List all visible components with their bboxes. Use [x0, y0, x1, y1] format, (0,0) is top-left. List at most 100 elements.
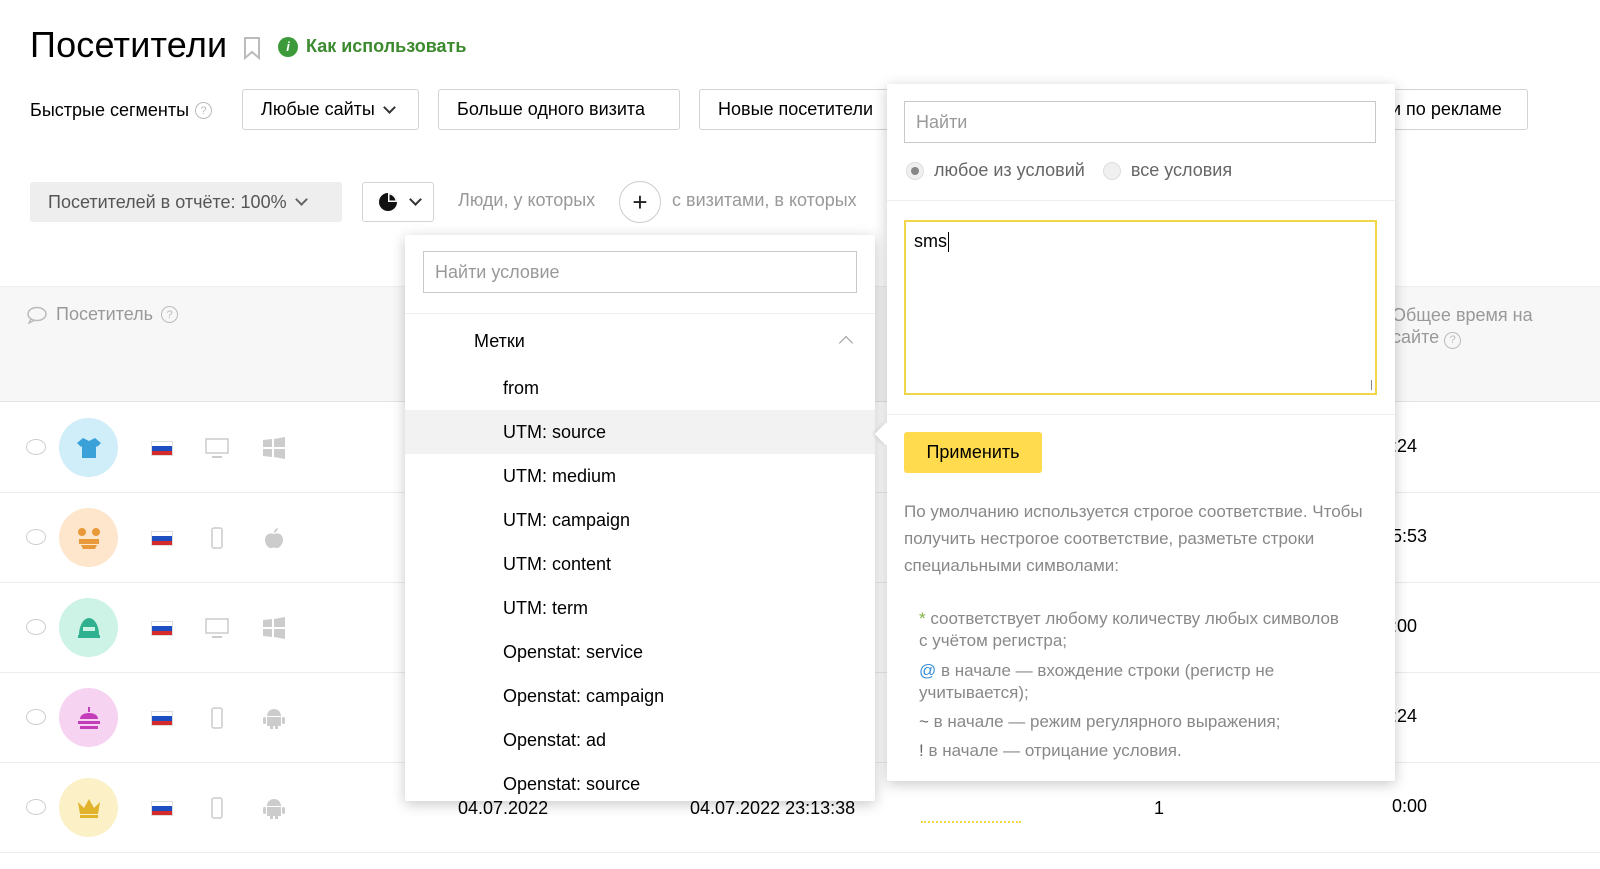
last-visit-cell: 04.07.2022 23:13:38	[690, 798, 856, 818]
avatar	[59, 598, 118, 657]
column-visitor-label: Посетитель	[56, 304, 153, 324]
ads-label: и по рекламе	[1391, 99, 1502, 119]
condition-option[interactable]: UTM: content	[405, 542, 875, 586]
comment-icon[interactable]	[26, 439, 46, 455]
column-visitor[interactable]: Посетитель ?	[26, 304, 178, 325]
any-sites-label: Любые сайты	[261, 99, 375, 119]
quick-segments-text: Быстрые сегменты	[30, 100, 190, 120]
help-icon[interactable]: ?	[161, 306, 178, 323]
report-share-dropdown[interactable]: Посетителей в отчёте: 100%	[30, 182, 342, 222]
apply-button[interactable]: Применить	[904, 432, 1042, 473]
quick-segments-label: Быстрые сегменты ?	[30, 100, 213, 121]
first-visit-cell: 04.07.2022	[458, 798, 549, 818]
info-icon: i	[278, 36, 298, 57]
chevron-down-icon	[294, 193, 308, 206]
avatar	[59, 418, 118, 477]
flag-ru-icon	[151, 801, 173, 816]
textarea-value: sms	[914, 231, 947, 251]
help-icon[interactable]: ?	[1444, 331, 1462, 349]
add-condition-button[interactable]: +	[619, 181, 661, 223]
mobile-icon	[211, 797, 223, 819]
ads-button[interactable]: и по рекламе	[1380, 89, 1528, 130]
android-icon	[263, 709, 285, 729]
comment-icon[interactable]	[26, 619, 46, 635]
total-time-cell: :24	[1392, 436, 1418, 456]
condition-option[interactable]: UTM: campaign	[405, 498, 875, 542]
value-panel: Найти любое из условий все условия sms П…	[887, 84, 1395, 781]
comment-icon	[27, 306, 47, 324]
page-title: Посетители	[30, 24, 228, 65]
divider	[405, 313, 875, 314]
android-icon	[263, 799, 285, 819]
condition-option-selected[interactable]: UTM: source	[405, 410, 875, 454]
desktop-icon	[205, 438, 229, 458]
comment-icon[interactable]	[26, 799, 46, 815]
radio-all-label[interactable]: все условия	[1131, 160, 1232, 181]
chevron-down-icon	[382, 100, 396, 114]
rule-tilde: ~ в начале — режим регулярного выражения…	[919, 712, 1281, 731]
radio-any[interactable]	[906, 161, 924, 180]
windows-icon	[263, 437, 285, 459]
condition-option[interactable]: Openstat: campaign	[405, 674, 875, 718]
more-than-one-visit-button[interactable]: Больше одного визита	[438, 89, 680, 130]
mobile-icon	[211, 527, 223, 549]
total-time-cell: :24	[1392, 706, 1418, 726]
condition-option[interactable]: UTM: term	[405, 586, 875, 630]
crown-icon	[77, 798, 100, 818]
column-total-time-label: Общее время на сайте	[1392, 305, 1533, 347]
condition-option[interactable]: Openstat: ad	[405, 718, 875, 762]
total-time-cell: :00	[1392, 616, 1418, 636]
visits-count-cell: 1	[1154, 798, 1165, 818]
flag-ru-icon	[151, 711, 173, 726]
total-time-cell: 5:53	[1392, 526, 1428, 546]
condition-search-input[interactable]: Найти условие	[423, 251, 857, 293]
avatar	[59, 778, 118, 837]
flag-ru-icon	[151, 531, 173, 546]
comment-icon[interactable]	[26, 529, 46, 545]
mobile-icon	[211, 707, 223, 729]
windows-icon	[263, 617, 285, 639]
people-filter-label: Люди, у которых	[458, 190, 596, 210]
condition-dropdown: Найти условие Метки from UTM: source UTM…	[405, 235, 875, 801]
helmet-icon	[77, 617, 100, 638]
rule-exclamation: ! в начале — отрицание условия.	[919, 741, 1182, 760]
column-total-time[interactable]: Общее время на сайте ?	[1392, 304, 1562, 349]
match-mode-radios: любое из условий все условия	[906, 160, 1232, 181]
divider	[887, 414, 1395, 415]
divider	[887, 200, 1395, 201]
apple-icon	[265, 528, 283, 549]
chevron-down-icon	[408, 193, 422, 206]
bear-icon	[77, 527, 100, 549]
flag-ru-icon	[151, 441, 173, 456]
new-visitors-label: Новые посетители	[718, 99, 874, 119]
group-header-tags[interactable]: Метки	[474, 331, 525, 352]
resize-handle-icon[interactable]	[1362, 380, 1372, 390]
text-caret	[948, 232, 949, 253]
value-search-input[interactable]: Найти	[904, 101, 1376, 143]
radio-any-label[interactable]: любое из условий	[934, 160, 1085, 181]
help-icon[interactable]: ?	[195, 102, 213, 119]
sparkline	[921, 821, 1021, 823]
new-visitors-button[interactable]: Новые посетители	[699, 89, 899, 130]
condition-option[interactable]: from	[405, 366, 875, 410]
chevron-up-icon[interactable]	[838, 335, 854, 351]
radio-all[interactable]	[1102, 161, 1121, 180]
condition-option[interactable]: Openstat: source	[405, 762, 875, 801]
condition-option[interactable]: UTM: medium	[405, 454, 875, 498]
total-time-cell: 0:00	[1392, 796, 1428, 816]
condition-option[interactable]: Openstat: service	[405, 630, 875, 674]
comment-icon[interactable]	[26, 709, 46, 725]
bookmark-icon[interactable]	[243, 36, 261, 60]
any-sites-button[interactable]: Любые сайты	[242, 89, 419, 130]
rule-asterisk: * соответствует любому количеству любых …	[919, 609, 1339, 650]
how-to-link[interactable]: i Как использовать	[278, 36, 466, 57]
chart-type-dropdown[interactable]	[362, 182, 434, 222]
rule-at: @ в начале — вхождение строки (регистр н…	[919, 661, 1275, 702]
flag-ru-icon	[151, 621, 173, 636]
shirt-icon	[76, 437, 101, 458]
how-to-label: Как использовать	[306, 36, 467, 56]
more-than-one-visit-label: Больше одного визита	[457, 99, 645, 119]
value-textarea[interactable]: sms	[904, 220, 1377, 395]
avatar	[59, 508, 118, 567]
avatar	[59, 688, 118, 747]
